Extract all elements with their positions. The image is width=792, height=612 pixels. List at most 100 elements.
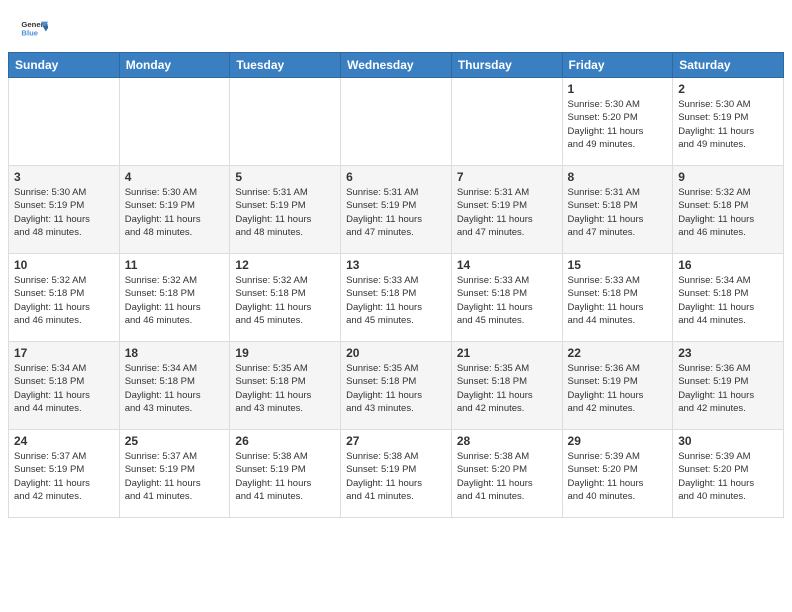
day-info: Sunrise: 5:31 AM Sunset: 5:19 PM Dayligh… [235,186,335,239]
calendar-cell: 3 Sunrise: 5:30 AM Sunset: 5:19 PM Daylig… [9,166,120,254]
calendar-cell: 17 Sunrise: 5:34 AM Sunset: 5:18 PM Dayli… [9,342,120,430]
day-number: 30 [678,434,778,448]
calendar-cell [451,78,562,166]
day-info: Sunrise: 5:35 AM Sunset: 5:18 PM Dayligh… [235,362,335,415]
day-number: 24 [14,434,114,448]
calendar-cell: 4 Sunrise: 5:30 AM Sunset: 5:19 PM Daylig… [119,166,230,254]
calendar-cell [230,78,341,166]
day-info: Sunrise: 5:30 AM Sunset: 5:19 PM Dayligh… [125,186,225,239]
day-info: Sunrise: 5:33 AM Sunset: 5:18 PM Dayligh… [457,274,557,327]
page-header: General Blue [0,0,792,52]
calendar-cell: 2 Sunrise: 5:30 AM Sunset: 5:19 PM Daylig… [673,78,784,166]
day-number: 28 [457,434,557,448]
calendar-cell: 14Sunrise: 5:33 AM Sunset: 5:18 PM Dayli… [451,254,562,342]
day-number: 5 [235,170,335,184]
day-info: Sunrise: 5:31 AM Sunset: 5:19 PM Dayligh… [457,186,557,239]
day-number: 13 [346,258,446,272]
calendar-cell: 9 Sunrise: 5:32 AM Sunset: 5:18 PM Daylig… [673,166,784,254]
calendar-cell: 29Sunrise: 5:39 AM Sunset: 5:20 PM Dayli… [562,430,673,518]
day-number: 6 [346,170,446,184]
day-info: Sunrise: 5:35 AM Sunset: 5:18 PM Dayligh… [346,362,446,415]
day-info: Sunrise: 5:38 AM Sunset: 5:19 PM Dayligh… [235,450,335,503]
calendar-week-2: 3 Sunrise: 5:30 AM Sunset: 5:19 PM Daylig… [9,166,784,254]
calendar-cell: 21Sunrise: 5:35 AM Sunset: 5:18 PM Dayli… [451,342,562,430]
calendar-cell: 7 Sunrise: 5:31 AM Sunset: 5:19 PM Daylig… [451,166,562,254]
day-number: 18 [125,346,225,360]
calendar-cell: 16 Sunrise: 5:34 AM Sunset: 5:18 PM Dayli… [673,254,784,342]
day-number: 23 [678,346,778,360]
day-info: Sunrise: 5:33 AM Sunset: 5:18 PM Dayligh… [568,274,668,327]
day-info: Sunrise: 5:33 AM Sunset: 5:18 PM Dayligh… [346,274,446,327]
calendar-cell: 30 Sunrise: 5:39 AM Sunset: 5:20 PM Dayli… [673,430,784,518]
day-number: 26 [235,434,335,448]
day-header-thursday: Thursday [451,53,562,78]
calendar-cell: 26 Sunrise: 5:38 AM Sunset: 5:19 PM Dayli… [230,430,341,518]
calendar-cell: 27 Sunrise: 5:38 AM Sunset: 5:19 PM Dayli… [341,430,452,518]
calendar-cell: 19 Sunrise: 5:35 AM Sunset: 5:18 PM Dayli… [230,342,341,430]
calendar-header: SundayMondayTuesdayWednesdayThursdayFrid… [9,53,784,78]
calendar-cell: 25 Sunrise: 5:37 AM Sunset: 5:19 PM Dayli… [119,430,230,518]
calendar-cell: 8 Sunrise: 5:31 AM Sunset: 5:18 PM Daylig… [562,166,673,254]
day-number: 3 [14,170,114,184]
calendar-cell [9,78,120,166]
calendar-cell: 18 Sunrise: 5:34 AM Sunset: 5:18 PM Dayli… [119,342,230,430]
calendar-week-4: 17 Sunrise: 5:34 AM Sunset: 5:18 PM Dayli… [9,342,784,430]
day-info: Sunrise: 5:30 AM Sunset: 5:20 PM Dayligh… [568,98,668,151]
calendar-week-3: 10Sunrise: 5:32 AM Sunset: 5:18 PM Dayli… [9,254,784,342]
day-number: 7 [457,170,557,184]
day-info: Sunrise: 5:30 AM Sunset: 5:19 PM Dayligh… [678,98,778,151]
day-info: Sunrise: 5:38 AM Sunset: 5:19 PM Dayligh… [346,450,446,503]
calendar-cell: 13 Sunrise: 5:33 AM Sunset: 5:18 PM Dayli… [341,254,452,342]
day-number: 15 [568,258,668,272]
calendar-cell: 28Sunrise: 5:38 AM Sunset: 5:20 PM Dayli… [451,430,562,518]
day-number: 12 [235,258,335,272]
day-info: Sunrise: 5:37 AM Sunset: 5:19 PM Dayligh… [14,450,114,503]
calendar-cell [119,78,230,166]
calendar-cell: 6 Sunrise: 5:31 AM Sunset: 5:19 PM Daylig… [341,166,452,254]
calendar-cell: 5 Sunrise: 5:31 AM Sunset: 5:19 PM Daylig… [230,166,341,254]
day-info: Sunrise: 5:30 AM Sunset: 5:19 PM Dayligh… [14,186,114,239]
logo: General Blue [20,16,52,44]
calendar-cell: 24 Sunrise: 5:37 AM Sunset: 5:19 PM Dayli… [9,430,120,518]
calendar-cell: 15 Sunrise: 5:33 AM Sunset: 5:18 PM Dayli… [562,254,673,342]
calendar-cell [341,78,452,166]
day-info: Sunrise: 5:34 AM Sunset: 5:18 PM Dayligh… [14,362,114,415]
day-number: 9 [678,170,778,184]
day-info: Sunrise: 5:36 AM Sunset: 5:19 PM Dayligh… [678,362,778,415]
day-number: 8 [568,170,668,184]
calendar-cell: 23 Sunrise: 5:36 AM Sunset: 5:19 PM Dayli… [673,342,784,430]
day-header-saturday: Saturday [673,53,784,78]
calendar-cell: 10Sunrise: 5:32 AM Sunset: 5:18 PM Dayli… [9,254,120,342]
day-info: Sunrise: 5:32 AM Sunset: 5:18 PM Dayligh… [235,274,335,327]
calendar-table: SundayMondayTuesdayWednesdayThursdayFrid… [8,52,784,518]
day-number: 19 [235,346,335,360]
day-number: 17 [14,346,114,360]
day-info: Sunrise: 5:31 AM Sunset: 5:18 PM Dayligh… [568,186,668,239]
calendar-cell: 11 Sunrise: 5:32 AM Sunset: 5:18 PM Dayli… [119,254,230,342]
day-info: Sunrise: 5:34 AM Sunset: 5:18 PM Dayligh… [678,274,778,327]
day-info: Sunrise: 5:36 AM Sunset: 5:19 PM Dayligh… [568,362,668,415]
day-number: 27 [346,434,446,448]
day-number: 25 [125,434,225,448]
calendar-cell: 12 Sunrise: 5:32 AM Sunset: 5:18 PM Dayli… [230,254,341,342]
day-info: Sunrise: 5:39 AM Sunset: 5:20 PM Dayligh… [678,450,778,503]
day-number: 11 [125,258,225,272]
day-header-wednesday: Wednesday [341,53,452,78]
day-info: Sunrise: 5:32 AM Sunset: 5:18 PM Dayligh… [125,274,225,327]
calendar-cell: 20Sunrise: 5:35 AM Sunset: 5:18 PM Dayli… [341,342,452,430]
logo-icon: General Blue [20,16,48,44]
day-number: 4 [125,170,225,184]
day-info: Sunrise: 5:31 AM Sunset: 5:19 PM Dayligh… [346,186,446,239]
day-header-tuesday: Tuesday [230,53,341,78]
day-number: 2 [678,82,778,96]
day-info: Sunrise: 5:32 AM Sunset: 5:18 PM Dayligh… [678,186,778,239]
day-info: Sunrise: 5:34 AM Sunset: 5:18 PM Dayligh… [125,362,225,415]
svg-text:Blue: Blue [21,29,38,38]
day-header-monday: Monday [119,53,230,78]
day-info: Sunrise: 5:39 AM Sunset: 5:20 PM Dayligh… [568,450,668,503]
day-number: 16 [678,258,778,272]
day-info: Sunrise: 5:32 AM Sunset: 5:18 PM Dayligh… [14,274,114,327]
calendar-cell: 1Sunrise: 5:30 AM Sunset: 5:20 PM Daylig… [562,78,673,166]
day-info: Sunrise: 5:37 AM Sunset: 5:19 PM Dayligh… [125,450,225,503]
calendar-cell: 22Sunrise: 5:36 AM Sunset: 5:19 PM Dayli… [562,342,673,430]
